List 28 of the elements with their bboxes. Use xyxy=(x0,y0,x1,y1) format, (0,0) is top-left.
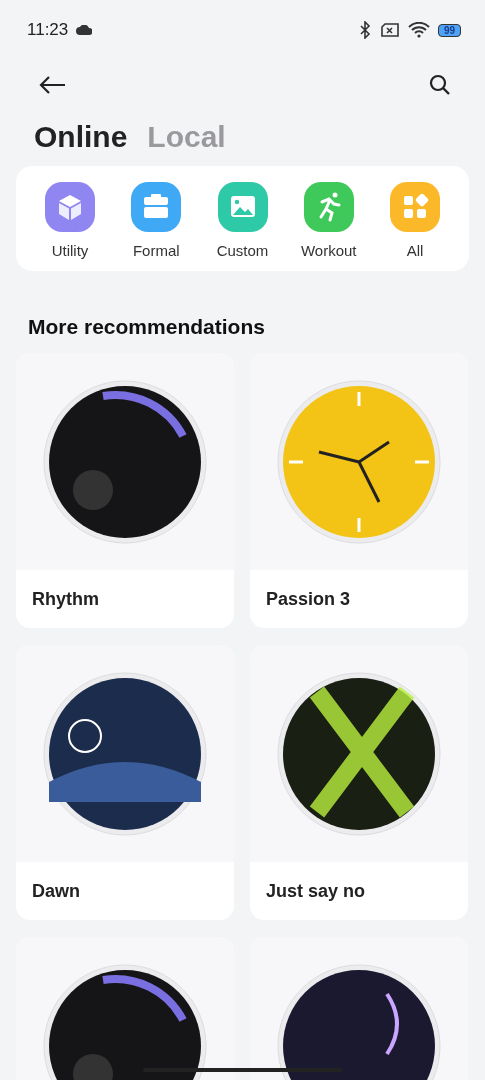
watch-face-name: Rhythm xyxy=(31,588,100,610)
category-label: Utility xyxy=(51,242,89,259)
watch-face-name: Passion 3 xyxy=(265,588,352,610)
watch-face-card[interactable]: Rhythm xyxy=(16,353,234,628)
sim-icon xyxy=(379,22,400,38)
section-title: More recommendations xyxy=(28,315,266,339)
category-label: All xyxy=(406,242,424,259)
watch-face-card[interactable]: Dawn xyxy=(16,645,234,920)
grid-category-icon[interactable] xyxy=(390,182,440,232)
battery-indicator: 99 xyxy=(437,23,461,37)
category-label: Custom xyxy=(216,242,269,259)
briefcase-category-icon[interactable] xyxy=(131,182,182,232)
back-arrow-icon[interactable] xyxy=(38,75,66,95)
search-icon[interactable] xyxy=(429,74,451,96)
runner-category-icon[interactable] xyxy=(303,182,354,232)
watch-face-card[interactable]: Passion 3 xyxy=(250,353,468,628)
watch-face-name: Just say no xyxy=(265,880,367,902)
category-label: Workout xyxy=(300,242,357,259)
wifi-icon xyxy=(407,22,430,38)
watch-face-name: Dawn xyxy=(31,880,81,902)
watch-face-card[interactable]: Just say no xyxy=(250,645,468,920)
cloud-icon xyxy=(76,25,93,35)
category-label: Formal xyxy=(132,242,180,259)
status-time: 11:23 xyxy=(27,20,69,40)
image-category-icon[interactable] xyxy=(217,182,268,232)
tab[interactable]: Online xyxy=(34,120,128,154)
bluetooth-icon xyxy=(357,21,372,39)
cube-category-icon[interactable] xyxy=(45,182,95,232)
